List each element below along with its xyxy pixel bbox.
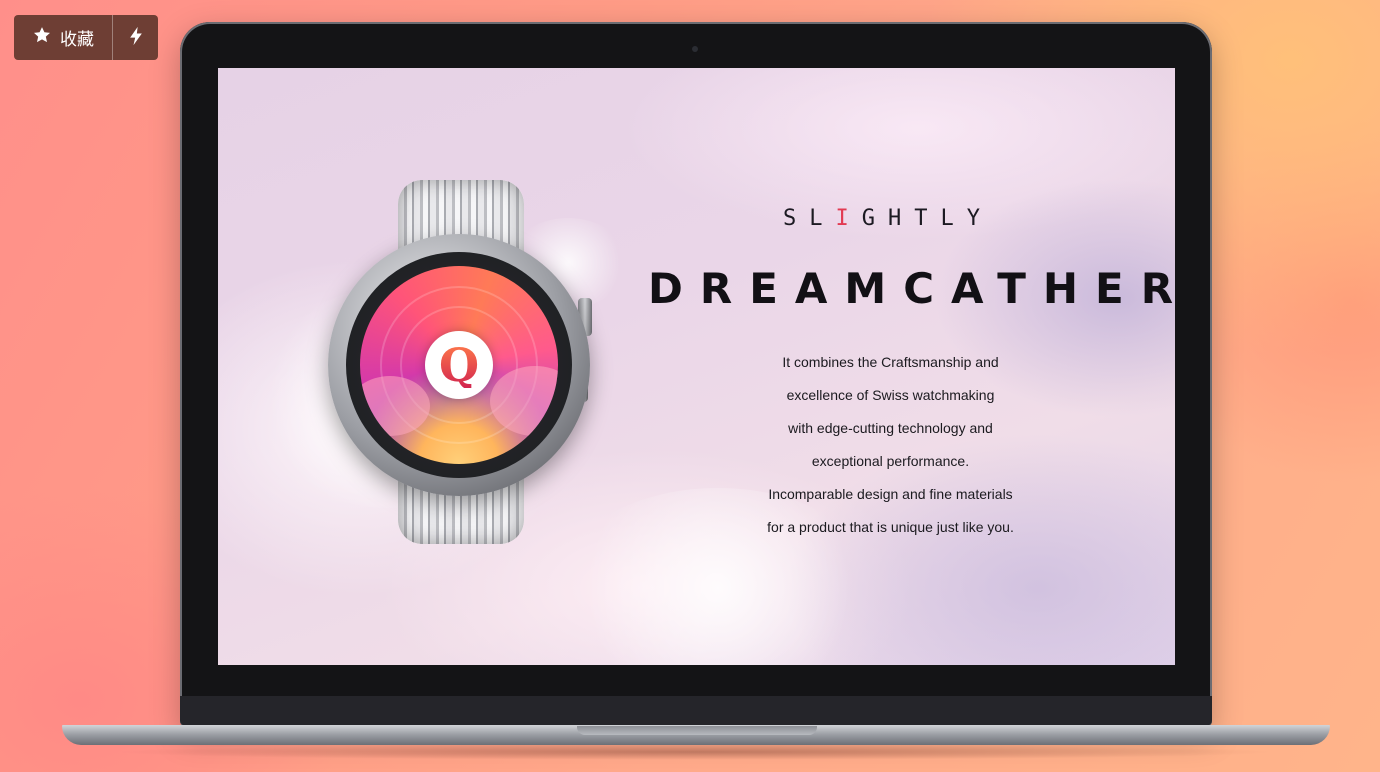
star-icon xyxy=(32,25,52,50)
watch-case: Q xyxy=(328,234,590,496)
watch-bezel: Q xyxy=(346,252,572,478)
action-bar: 收藏 xyxy=(14,15,158,60)
description-line: It combines the Craftsmanship and xyxy=(782,354,999,370)
watch-dial: Q xyxy=(360,266,558,464)
laptop-shadow xyxy=(110,744,1280,760)
bolt-icon xyxy=(127,26,145,50)
dial-letter: Q xyxy=(438,338,480,392)
brand-text-accent: I xyxy=(835,206,862,231)
quick-action-button[interactable] xyxy=(113,15,158,60)
favorite-button[interactable]: 收藏 xyxy=(14,15,112,60)
brand-logo: SLIGHTLY xyxy=(758,206,1018,231)
description-line: exceptional performance. xyxy=(811,453,970,469)
dial-logo: Q xyxy=(425,331,493,399)
smartwatch-image: Q xyxy=(328,176,598,556)
description-line: excellence of Swiss watchmaking xyxy=(786,387,995,403)
laptop-screen: Q SLIGHTLY DREAMCATHER It combines the C… xyxy=(218,68,1175,665)
laptop-notch xyxy=(577,726,817,735)
description-line: Incomparable design and fine materials xyxy=(768,486,1013,502)
laptop-chin xyxy=(180,696,1212,726)
brand-text-start: SL xyxy=(783,206,836,231)
webcam-icon xyxy=(692,46,698,52)
product-title: DREAMCATHER xyxy=(648,264,1175,313)
brand-text-end: GHTLY xyxy=(861,206,993,231)
description-line: with edge-cutting technology and xyxy=(788,420,993,436)
favorite-label: 收藏 xyxy=(60,30,94,50)
description-line: for a product that is unique just like y… xyxy=(767,519,1014,535)
product-description: It combines the Craftsmanship and excell… xyxy=(698,346,1083,544)
